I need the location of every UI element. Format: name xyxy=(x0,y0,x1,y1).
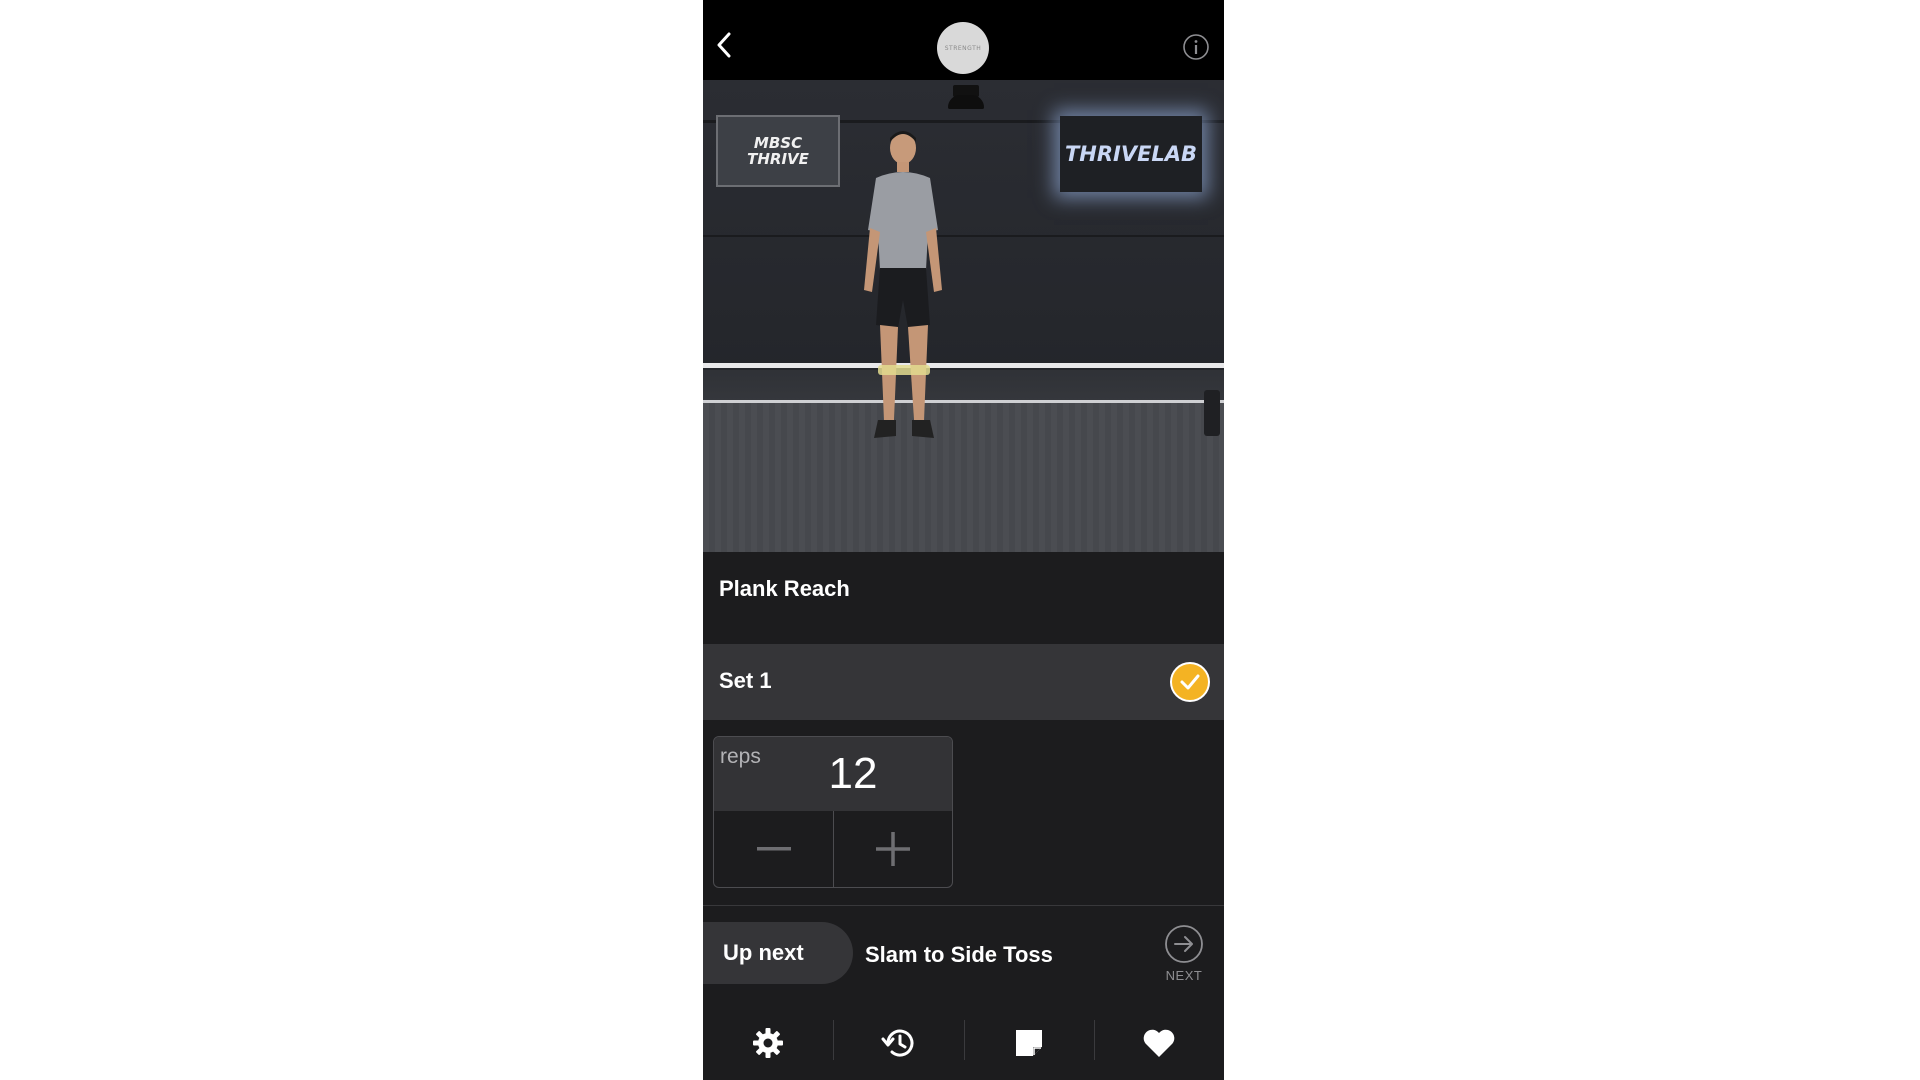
gear-icon xyxy=(753,1028,784,1058)
exercise-title-bar: Plank Reach xyxy=(703,552,1224,644)
heart-icon xyxy=(1143,1029,1175,1057)
trainer-figure xyxy=(864,131,942,438)
video-floor xyxy=(703,403,1224,552)
exercise-title: Plank Reach xyxy=(719,576,850,601)
phone-screen: STRENGTH MBSC THRIVE THRIVELAB Plank Rea… xyxy=(703,0,1224,1080)
reps-value: 12 xyxy=(828,749,878,798)
wall-sign-left: MBSC THRIVE xyxy=(716,115,840,187)
top-bar: STRENGTH xyxy=(703,0,1224,80)
history-button[interactable] xyxy=(833,1006,963,1080)
up-next-row: Up next Slam to Side Toss NEXT xyxy=(703,906,1224,1006)
up-next-pill: Up next xyxy=(703,922,853,984)
set-label: Set 1 xyxy=(719,668,772,693)
set-complete-button[interactable] xyxy=(1170,662,1210,702)
next-label: NEXT xyxy=(1165,968,1203,983)
brand-logo-text: STRENGTH xyxy=(944,44,982,52)
set-row[interactable]: Set 1 xyxy=(703,644,1224,720)
next-button[interactable]: NEXT xyxy=(1162,924,1206,988)
reps-display[interactable]: reps 12 xyxy=(714,737,952,811)
settings-button[interactable] xyxy=(703,1006,833,1080)
info-circle-icon xyxy=(1183,34,1209,60)
history-icon xyxy=(881,1029,914,1057)
next-exercise-name[interactable]: Slam to Side Toss xyxy=(865,942,1053,968)
info-button[interactable] xyxy=(1182,33,1210,61)
bottom-toolbar xyxy=(703,1006,1224,1080)
note-icon xyxy=(1015,1030,1042,1056)
increment-reps-button[interactable] xyxy=(833,811,952,887)
chevron-left-icon xyxy=(717,32,731,58)
notes-button[interactable] xyxy=(963,1006,1094,1080)
exercise-video[interactable]: MBSC THRIVE THRIVELAB xyxy=(703,80,1224,552)
minus-icon xyxy=(756,847,791,851)
reps-stepper: reps 12 xyxy=(713,736,953,888)
plus-icon xyxy=(875,832,910,866)
decrement-reps-button[interactable] xyxy=(714,811,834,887)
favorite-button[interactable] xyxy=(1093,1006,1224,1080)
wall-sign-right: THRIVELAB xyxy=(1060,116,1202,192)
back-button[interactable] xyxy=(709,28,739,62)
brand-logo: STRENGTH xyxy=(937,22,989,74)
checkmark-icon xyxy=(1180,674,1200,690)
reps-area: reps 12 xyxy=(703,720,1224,906)
arrow-right-circle-icon xyxy=(1165,925,1203,963)
